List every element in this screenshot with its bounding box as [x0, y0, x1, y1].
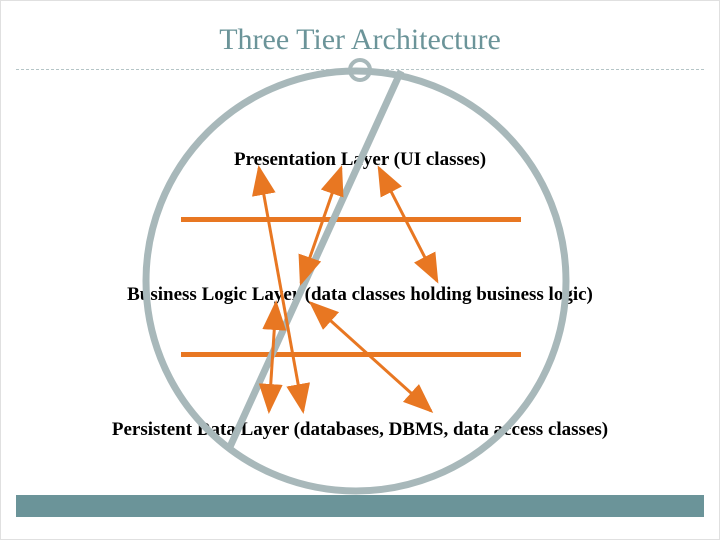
business-layer-label: Business Logic Layer (data classes holdi… [127, 284, 593, 306]
arrow-business-persistent-left [269, 303, 276, 411]
arrow-business-persistent [311, 303, 431, 411]
presentation-layer-label: Presentation Layer (UI classes) [234, 149, 486, 171]
arrow-pres-business [301, 168, 341, 283]
diagram-overlay [1, 1, 720, 541]
arrow-pres-business-right [379, 168, 437, 281]
persistent-layer-label: Persistent Data Layer (databases, DBMS, … [112, 419, 608, 441]
footer-bar [16, 495, 704, 517]
slide-title: Three Tier Architecture [1, 1, 719, 57]
layer-divider-2 [181, 352, 521, 357]
layer-divider-1 [181, 217, 521, 222]
slide-container: Three Tier Architecture Presentation Lay… [0, 0, 720, 540]
no-symbol-slash [229, 71, 401, 449]
decorative-circle-small [348, 58, 372, 82]
